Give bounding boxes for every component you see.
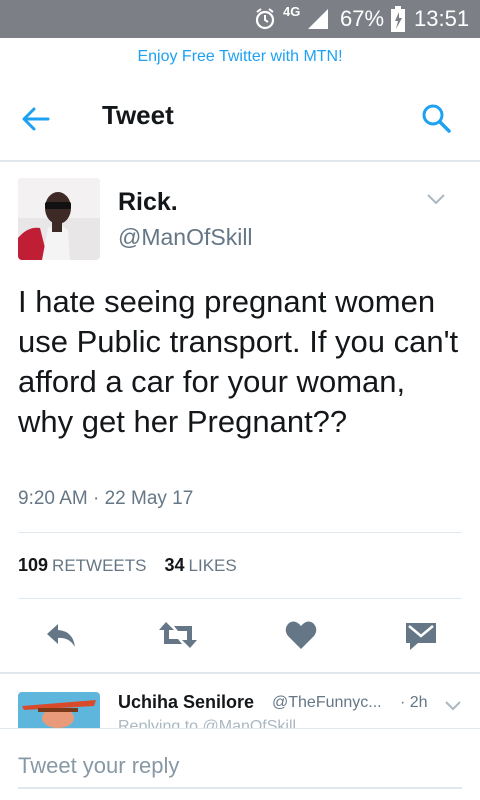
retweets-stat[interactable]: 109 RETWEETS bbox=[18, 555, 147, 575]
reply-composer bbox=[0, 728, 480, 800]
tweet-stats: 109 RETWEETS 34 LIKES bbox=[18, 555, 237, 576]
reply-author-name[interactable]: Uchiha Senilore bbox=[118, 692, 254, 713]
tweet-text: I hate seeing pregnant women use Public … bbox=[18, 284, 459, 439]
author-handle[interactable]: @ManOfSkill bbox=[118, 224, 253, 251]
chevron-down-icon[interactable] bbox=[444, 700, 462, 712]
network-type: 4G bbox=[283, 4, 301, 19]
clock: 13:51 bbox=[414, 6, 470, 31]
battery-percent: 67% bbox=[340, 6, 385, 31]
alarm-icon bbox=[255, 8, 275, 30]
status-bar: 4G 67% 13:51 bbox=[0, 0, 480, 38]
back-arrow-icon[interactable] bbox=[20, 104, 50, 134]
divider bbox=[18, 598, 462, 599]
page-title: Tweet bbox=[102, 100, 174, 130]
reply-icon[interactable] bbox=[44, 618, 78, 652]
reply-time: · 2h bbox=[400, 694, 428, 711]
tweet-timestamp: 9:20 AM · 22 May 17 bbox=[18, 488, 194, 509]
likes-count: 34 bbox=[164, 555, 185, 575]
divider bbox=[18, 532, 462, 533]
battery-charging-icon bbox=[391, 6, 405, 32]
reply-author-handle[interactable]: @TheFunnyc... bbox=[272, 694, 382, 712]
signal-icon bbox=[308, 9, 328, 29]
reply-input[interactable] bbox=[18, 745, 462, 789]
app-header: Tweet bbox=[0, 76, 480, 162]
search-icon[interactable] bbox=[420, 102, 452, 134]
likes-stat[interactable]: 34 LIKES bbox=[164, 555, 237, 575]
direct-message-icon[interactable] bbox=[404, 618, 438, 652]
promo-banner[interactable]: Enjoy Free Twitter with MTN! bbox=[0, 38, 480, 76]
author-name[interactable]: Rick. bbox=[118, 188, 178, 217]
retweets-count: 109 bbox=[18, 555, 49, 575]
divider bbox=[0, 672, 480, 674]
retweet-icon[interactable] bbox=[158, 618, 198, 652]
tweet-actions bbox=[0, 616, 480, 658]
likes-label: LIKES bbox=[188, 556, 237, 575]
author-avatar[interactable] bbox=[18, 178, 100, 260]
retweets-label: RETWEETS bbox=[52, 556, 147, 575]
like-icon[interactable] bbox=[284, 618, 318, 652]
reply-avatar[interactable] bbox=[18, 692, 100, 728]
chevron-down-icon[interactable] bbox=[426, 192, 446, 206]
